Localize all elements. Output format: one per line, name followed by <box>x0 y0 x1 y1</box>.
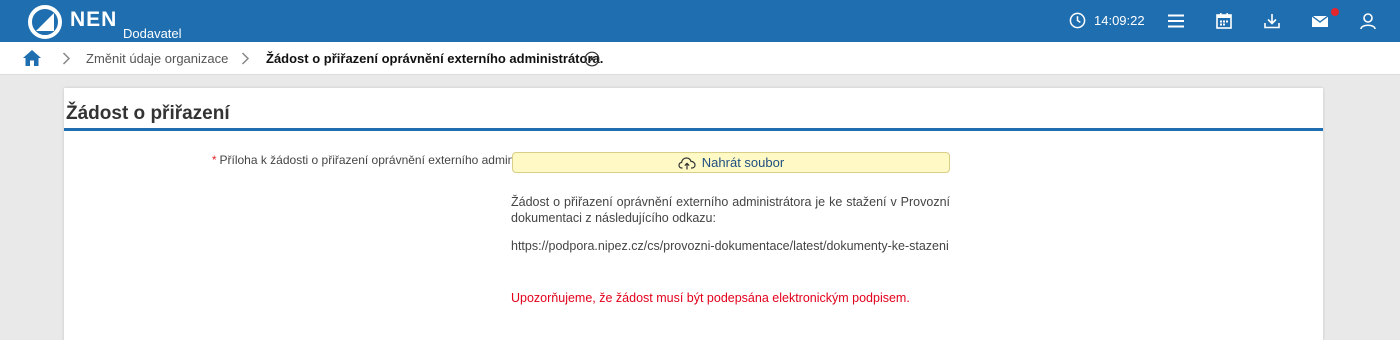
upload-file-label: Nahrát soubor <box>701 155 785 170</box>
download-icon[interactable] <box>1262 11 1282 31</box>
home-icon[interactable] <box>22 49 42 67</box>
documentation-link[interactable]: https://podpora.nipez.cz/cs/provozni-dok… <box>511 238 950 254</box>
breadcrumb: Změnit údaje organizace Žádost o přiřaze… <box>0 42 1400 75</box>
request-card: Žádost o přiřazení * Příloha k žádosti o … <box>64 88 1323 340</box>
cloud-upload-icon <box>678 156 696 169</box>
close-icon[interactable] <box>584 51 600 67</box>
card-title: Žádost o přiřazení <box>66 103 230 124</box>
attachment-label-text: Příloha k žádosti o přiřazení oprávnění … <box>219 153 561 167</box>
mail-icon[interactable] <box>1310 11 1330 31</box>
breadcrumb-item-current: Žádost o přiřazení oprávnění externího a… <box>266 51 604 66</box>
attachment-label: * Příloha k žádosti o přiřazení oprávnění… <box>212 153 561 167</box>
top-bar: NEN Dodavatel 14:09:22 <box>0 0 1400 42</box>
brand-name: NEN <box>70 8 118 31</box>
clock-icon <box>1069 12 1086 29</box>
notification-badge <box>1331 8 1339 16</box>
required-marker: * <box>211 153 217 167</box>
calendar-icon[interactable] <box>1214 11 1234 31</box>
upload-file-button[interactable]: Nahrát soubor <box>512 152 950 173</box>
signature-warning: Upozorňujeme, že žádost musí být podepsá… <box>511 291 910 305</box>
chevron-right-icon <box>62 52 71 65</box>
chevron-right-icon <box>241 52 250 65</box>
session-clock: 14:09:22 <box>1094 13 1145 28</box>
brand-subtitle: Dodavatel <box>123 26 182 41</box>
info-text: Žádost o přiřazení oprávnění externího a… <box>511 195 950 225</box>
user-icon[interactable] <box>1358 11 1378 31</box>
title-divider <box>64 128 1323 131</box>
breadcrumb-item-organization[interactable]: Změnit údaje organizace <box>86 51 228 66</box>
menu-icon[interactable] <box>1166 11 1186 31</box>
nen-logo-icon[interactable] <box>28 5 62 39</box>
